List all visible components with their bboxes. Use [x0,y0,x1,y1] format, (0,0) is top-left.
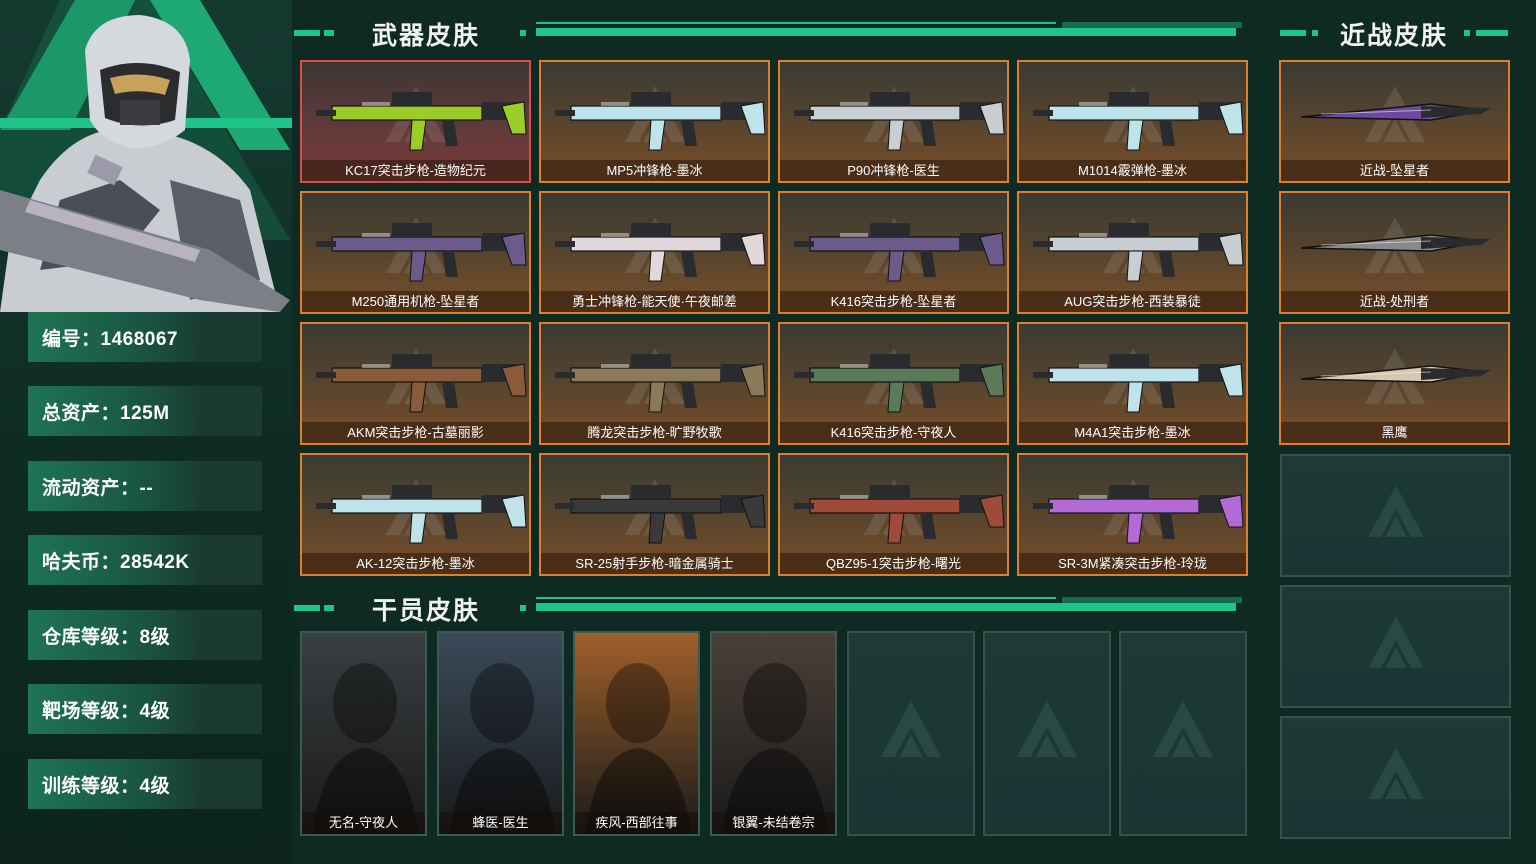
operator-skin-label: 无名-守夜人 [302,812,425,834]
weapon-skin-card[interactable]: K416突击步枪-守夜人 [778,322,1009,445]
brand-logo-icon [1016,700,1078,757]
brand-logo-icon [1152,700,1214,757]
weapon-skin-card[interactable]: M1014霰弹枪-墨冰 [1017,60,1248,183]
stat-coins: 哈夫币：28542K [28,535,262,585]
weapon-skin-card[interactable]: M250通用机枪-坠星者 [300,191,531,314]
stat-id: 编号：1468067 [28,312,262,362]
profile-panel: 编号：1468067 总资产：125M 流动资产：-- 哈夫币：28542K 仓… [0,0,292,864]
empty-operator-slot [847,631,975,836]
brand-logo-icon [1367,485,1424,537]
weapon-skin-card[interactable]: AK-12突击步枪-墨冰 [300,453,531,576]
melee-skin-label: 黑鹰 [1281,422,1508,443]
stat-id-text: 编号：1468067 [42,328,178,350]
operator-section-header: 干员皮肤 [292,589,1252,625]
weapon-skin-card[interactable]: P90冲锋枪-医生 [778,60,1009,183]
weapon-skin-card[interactable]: QBZ95-1突击步枪-曙光 [778,453,1009,576]
stat-warehouse-level-text: 仓库等级：8级 [42,626,171,648]
stat-warehouse-level: 仓库等级：8级 [28,610,262,660]
stat-training-level: 训练等级：4级 [28,759,262,809]
operator-skin-card[interactable]: 无名-守夜人 [300,631,427,836]
weapon-skin-card[interactable]: M4A1突击步枪-墨冰 [1017,322,1248,445]
melee-skin-card[interactable]: 近战-坠星者 [1279,60,1510,183]
empty-melee-slot [1280,454,1511,577]
operator-skin-card[interactable]: 疾风-西部往事 [573,631,700,836]
weapon-skin-card[interactable]: 勇士冲锋枪-能天使·午夜邮差 [539,191,770,314]
operator-skin-card[interactable]: 蜂医-医生 [437,631,564,836]
stat-training-level-text: 训练等级：4级 [42,775,171,797]
weapon-skin-label: K416突击步枪-坠星者 [780,291,1007,312]
stat-total-assets-text: 总资产：125M [42,402,170,424]
stat-coins-text: 哈夫币：28542K [42,551,190,573]
weapon-skin-card[interactable]: KC17突击步枪-造物纪元 [300,60,531,183]
operator-skin-label: 银翼-未结卷宗 [712,812,835,834]
empty-melee-slot [1280,716,1511,839]
stat-liquid-assets: 流动资产：-- [28,461,262,511]
stat-liquid-assets-text: 流动资产：-- [42,477,154,499]
brand-logo-icon [1367,747,1424,799]
weapon-skin-label: P90冲锋枪-医生 [780,160,1007,181]
weapon-skin-label: QBZ95-1突击步枪-曙光 [780,553,1007,574]
weapon-skin-label: AK-12突击步枪-墨冰 [302,553,529,574]
weapon-skin-card[interactable]: AUG突击步枪-西装暴徒 [1017,191,1248,314]
empty-operator-slot [983,631,1111,836]
brand-logo-icon [1367,616,1424,668]
empty-melee-slot [1280,585,1511,708]
weapon-skin-label: M4A1突击步枪-墨冰 [1019,422,1246,443]
operator-portrait [585,663,692,834]
weapon-skin-label: SR-25射手步枪-暗金属骑士 [541,553,768,574]
melee-skin-label: 近战-坠星者 [1281,160,1508,181]
weapon-skin-label: M250通用机枪-坠星者 [302,291,529,312]
empty-operator-slot [1119,631,1247,836]
operator-skin-label: 蜂医-医生 [439,812,562,834]
operator-skin-card[interactable]: 银翼-未结卷宗 [710,631,837,836]
weapon-skin-card[interactable]: 腾龙突击步枪-旷野牧歌 [539,322,770,445]
operator-portrait [312,663,419,834]
operator-portrait [0,15,290,312]
operator-portrait [449,663,556,834]
stat-range-level-text: 靶场等级：4级 [42,700,171,722]
weapon-skin-label: 勇士冲锋枪-能天使·午夜邮差 [541,291,768,312]
weapon-skin-label: 腾龙突击步枪-旷野牧歌 [541,422,768,443]
weapon-skin-card[interactable]: MP5冲锋枪-墨冰 [539,60,770,183]
weapon-section-title: 武器皮肤 [372,22,481,50]
weapon-skin-label: K416突击步枪-守夜人 [780,422,1007,443]
stat-range-level: 靶场等级：4级 [28,684,262,734]
stat-total-assets: 总资产：125M [28,386,262,436]
weapon-skin-label: SR-3M紧凑突击步枪-玲珑 [1019,553,1246,574]
weapon-skin-label: M1014霰弹枪-墨冰 [1019,160,1246,181]
operator-portrait [722,663,829,834]
weapon-skin-card[interactable]: SR-25射手步枪-暗金属骑士 [539,453,770,576]
weapon-skin-card[interactable]: K416突击步枪-坠星者 [778,191,1009,314]
weapon-skin-card[interactable]: AKM突击步枪-古墓丽影 [300,322,531,445]
weapon-section-header: 武器皮肤 [292,14,1252,50]
melee-section-title: 近战皮肤 [1340,22,1449,50]
weapon-skin-label: AKM突击步枪-古墓丽影 [302,422,529,443]
operator-skin-label: 疾风-西部往事 [575,812,698,834]
brand-logo-icon [880,700,942,757]
weapon-skin-card[interactable]: SR-3M紧凑突击步枪-玲珑 [1017,453,1248,576]
melee-skin-card[interactable]: 近战-处刑者 [1279,191,1510,314]
melee-section-header: 近战皮肤 [1278,14,1518,50]
weapon-skin-label: MP5冲锋枪-墨冰 [541,160,768,181]
melee-skin-label: 近战-处刑者 [1281,291,1508,312]
operator-section-title: 干员皮肤 [372,597,481,625]
melee-skin-card[interactable]: 黑鹰 [1279,322,1510,445]
weapon-skin-label: AUG突击步枪-西装暴徒 [1019,291,1246,312]
weapon-skin-label: KC17突击步枪-造物纪元 [302,160,529,181]
